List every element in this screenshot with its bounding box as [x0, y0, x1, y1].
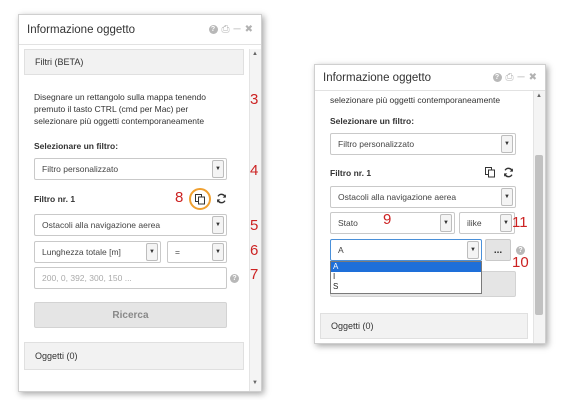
callout-5: 5 — [250, 217, 259, 234]
panel-title: Informazione oggetto — [323, 71, 432, 84]
more-values-button[interactable]: ... — [485, 239, 511, 261]
filters-section-header[interactable]: Filtri (BETA) — [24, 49, 244, 75]
chevron-down-icon: ▼ — [501, 188, 513, 206]
value-option[interactable]: S — [331, 282, 481, 292]
filter-type-select[interactable]: Filtro personalizzato ▼ — [330, 133, 516, 155]
operator-select[interactable]: = ▼ — [167, 241, 227, 263]
operator-select[interactable]: ilike ▼ — [459, 212, 515, 234]
print-icon[interactable]: ⎙ — [506, 72, 514, 83]
instructions-tail: selezionare più oggetti contemporaneamen… — [330, 95, 501, 105]
value-option[interactable]: I — [331, 272, 481, 282]
value-combo-value: A — [338, 245, 344, 255]
value-input-placeholder: 200, 0, 392, 300, 150 ... — [42, 273, 132, 283]
attribute-value: Lunghezza totale [m] — [42, 247, 121, 257]
objects-section-label: Oggetti (0) — [331, 321, 374, 331]
value-combo[interactable]: A ▼ — [330, 239, 482, 261]
right-scrollbar-thumb[interactable] — [535, 155, 543, 315]
filter-number-label: Filtro nr. 1 — [330, 168, 372, 178]
close-icon[interactable]: ✖ — [529, 72, 537, 83]
scroll-up-icon[interactable]: ▲ — [252, 51, 258, 57]
instructions-line-2: premuto il tasto CTRL (cmd per Mac) per — [34, 104, 189, 114]
objects-section-label: Oggetti (0) — [35, 351, 78, 361]
filters-section-label: Filtri (BETA) — [35, 57, 84, 67]
callout-10: 10 — [512, 254, 529, 271]
left-panel-header: Informazione oggetto ? ⎙ ─ ✖ — [19, 15, 261, 45]
copy-filter-button[interactable] — [189, 188, 211, 210]
callout-6: 6 — [250, 242, 259, 259]
callout-3: 3 — [250, 91, 259, 108]
value-options-list[interactable]: A I S — [330, 261, 482, 294]
select-filter-label: Selezionare un filtro: — [34, 141, 119, 151]
minimize-icon[interactable]: ─ — [234, 24, 241, 35]
value-input[interactable]: 200, 0, 392, 300, 150 ... — [34, 267, 227, 289]
operator-value: = — [175, 247, 180, 257]
value-option[interactable]: A — [331, 262, 481, 272]
right-info-panel: Informazione oggetto ? ⎙ ─ ✖ selezionare… — [314, 64, 546, 344]
callout-11: 11 — [512, 214, 528, 231]
layer-value: Ostacoli alla navigazione aerea — [338, 192, 457, 202]
filter-type-value: Filtro personalizzato — [42, 164, 119, 174]
filter-type-select[interactable]: Filtro personalizzato ▼ — [34, 158, 227, 180]
layer-select[interactable]: Ostacoli alla navigazione aerea ▼ — [330, 186, 516, 208]
layer-select[interactable]: Ostacoli alla navigazione aerea ▼ — [34, 214, 227, 236]
callout-4: 4 — [250, 162, 259, 179]
chevron-down-icon: ▼ — [212, 243, 224, 261]
chevron-down-icon: ▼ — [146, 243, 158, 261]
scroll-up-icon[interactable]: ▲ — [536, 93, 542, 99]
refresh-button[interactable] — [501, 165, 515, 179]
print-icon[interactable]: ⎙ — [222, 24, 230, 35]
copy-filter-button[interactable] — [483, 165, 497, 179]
attribute-select[interactable]: Stato ▼ — [330, 212, 455, 234]
chevron-down-icon: ▼ — [467, 241, 479, 259]
help-icon[interactable]: ? — [208, 25, 218, 34]
callout-7: 7 — [250, 266, 259, 283]
more-values-label: ... — [493, 244, 503, 256]
select-filter-label: Selezionare un filtro: — [330, 116, 415, 126]
refresh-icon — [216, 193, 226, 203]
filter-type-value: Filtro personalizzato — [338, 139, 415, 149]
objects-section-header[interactable]: Oggetti (0) — [24, 342, 244, 370]
filter-number-label: Filtro nr. 1 — [34, 194, 76, 204]
attribute-select[interactable]: Lunghezza totale [m] ▼ — [34, 241, 161, 263]
chevron-down-icon: ▼ — [501, 135, 513, 153]
copy-icon — [194, 193, 205, 204]
objects-section-header[interactable]: Oggetti (0) — [320, 313, 528, 339]
search-button-label: Ricerca — [112, 309, 149, 321]
instructions-line-3: selezionare più oggetti contemporaneamen… — [34, 116, 205, 126]
refresh-button[interactable] — [214, 191, 228, 205]
chevron-down-icon: ▼ — [440, 214, 452, 232]
scroll-down-icon[interactable]: ▼ — [252, 380, 258, 386]
callout-9: 9 — [383, 211, 392, 228]
window-controls: ? ⎙ ─ ✖ — [492, 72, 537, 83]
layer-value: Ostacoli alla navigazione aerea — [42, 220, 161, 230]
window-controls: ? ⎙ ─ ✖ — [208, 24, 253, 35]
copy-icon — [484, 166, 495, 177]
instructions-line-1: Disegnare un rettangolo sulla mappa tene… — [34, 92, 207, 102]
operator-value: ilike — [467, 218, 482, 228]
right-panel-header: Informazione oggetto ? ⎙ ─ ✖ — [315, 65, 545, 91]
chevron-down-icon: ▼ — [212, 160, 224, 178]
value-help-icon[interactable]: ? — [230, 274, 239, 283]
help-icon[interactable]: ? — [492, 73, 502, 82]
search-button[interactable]: Ricerca — [34, 302, 227, 328]
minimize-icon[interactable]: ─ — [518, 72, 525, 83]
chevron-down-icon: ▼ — [500, 214, 512, 232]
chevron-down-icon: ▼ — [212, 216, 224, 234]
close-icon[interactable]: ✖ — [245, 24, 253, 35]
refresh-icon — [503, 167, 513, 177]
left-info-panel: Informazione oggetto ? ⎙ ─ ✖ Filtri (BET… — [18, 14, 262, 392]
panel-title: Informazione oggetto — [27, 23, 136, 36]
callout-8: 8 — [175, 189, 184, 206]
